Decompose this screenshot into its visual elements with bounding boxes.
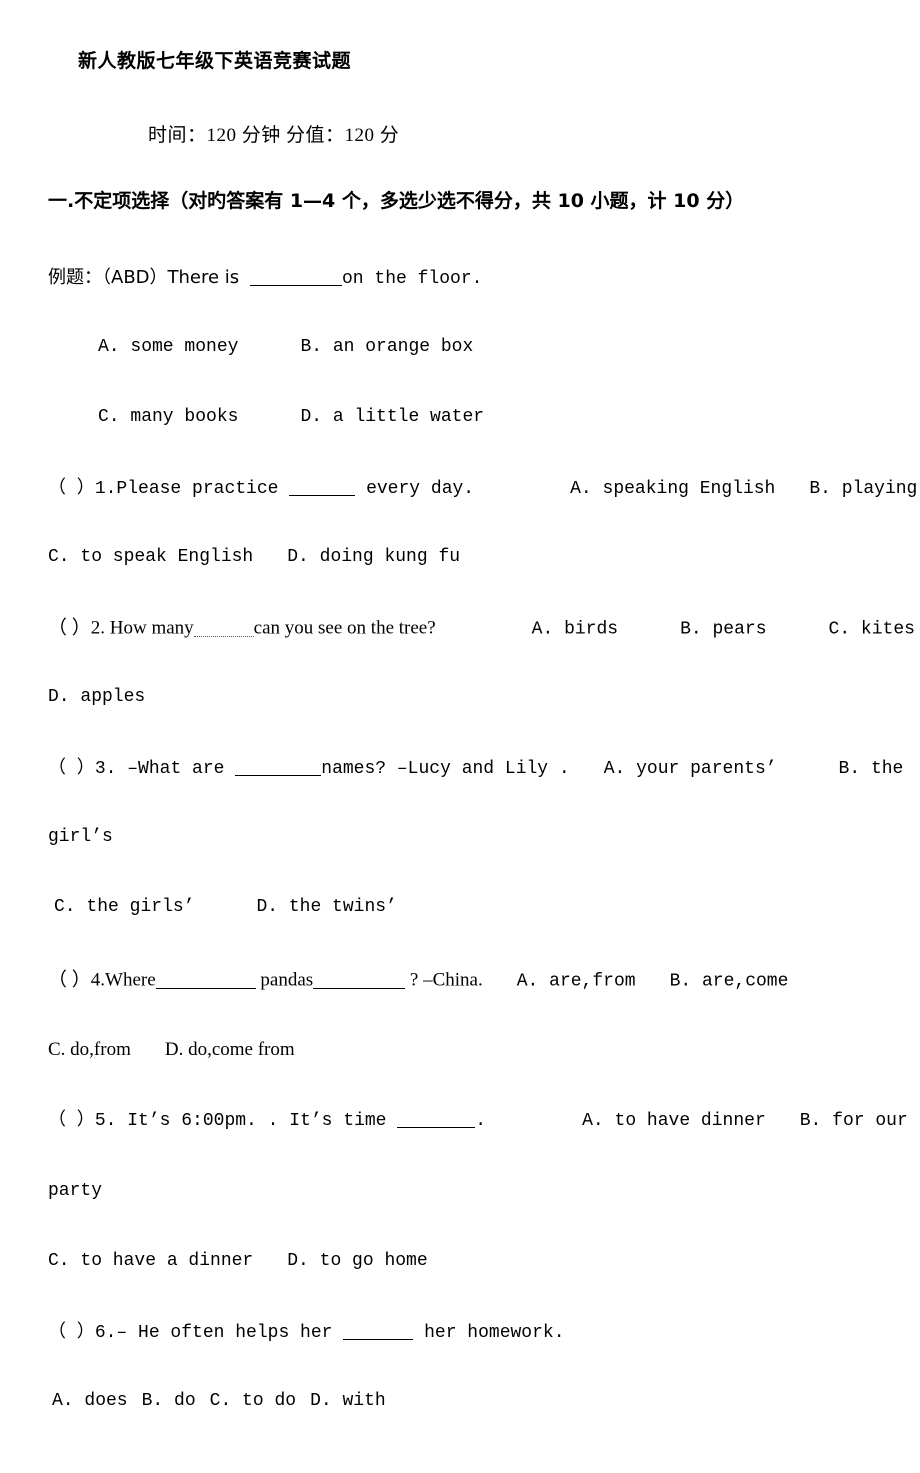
- question-2-stem-pre: How many: [109, 617, 194, 639]
- question-3-option-b-part2: girl’s: [48, 827, 113, 847]
- question-3-marker: （ ）: [48, 758, 95, 779]
- question-4-line: （ ）4.Where pandas ? –China. A. are,from B.…: [48, 970, 788, 991]
- question-1-option-b: B. playing the piano: [809, 478, 920, 499]
- example-option-b: B. an orange box: [300, 337, 474, 357]
- question-3-option-a: A. your parents’: [603, 758, 777, 779]
- question-3-option-d: D. the twins’: [256, 897, 397, 917]
- question-6-number: 6.: [94, 1322, 117, 1343]
- question-6-options-row: A. does B. do C. to do D. with: [52, 1392, 386, 1410]
- question-4-stem-post: ? –China.: [409, 969, 483, 991]
- question-1-option-c: C. to speak English: [48, 547, 254, 567]
- question-4-blank-2: [313, 970, 406, 990]
- question-1-line: （ ）1.Please practice every day. A. speaki…: [48, 478, 920, 498]
- example-tail: on the floor.: [342, 268, 483, 289]
- question-5-option-c: C. to have a dinner: [48, 1251, 254, 1271]
- question-3-stem-post: names? –Lucy and Lily .: [321, 758, 570, 779]
- question-2-option-a: A. birds: [531, 619, 619, 640]
- question-1-number: 1.: [94, 478, 117, 499]
- example-question: 例题：（ABD）There is on the floor.: [48, 268, 482, 288]
- question-5-blank: [397, 1110, 476, 1129]
- question-1-stem-post: every day.: [366, 478, 475, 499]
- example-option-c: C. many books: [98, 407, 239, 427]
- example-label: 例题：（ABD）There is: [48, 266, 240, 288]
- question-2-option-d: D. apples: [48, 687, 146, 707]
- example-options-row-1: A. some money B. an orange box: [98, 338, 473, 356]
- question-5-line: （ ）5. It’s 6:00pm. . It’s time . A. to ha…: [48, 1110, 908, 1130]
- question-1-blank: [289, 478, 356, 497]
- question-5-option-b-part1: B. for our: [799, 1110, 908, 1131]
- question-2-marker: （ ）: [48, 617, 91, 639]
- question-3-option-c: C. the girls’: [54, 897, 195, 917]
- question-1-option-d: D. doing kung fu: [287, 547, 461, 567]
- question-5-option-b-part2: party: [48, 1181, 103, 1201]
- question-2-number: 2.: [90, 617, 106, 639]
- question-5-option-d: D. to go home: [287, 1251, 428, 1271]
- question-5-stem-post: .: [475, 1110, 487, 1131]
- question-6-option-c: C. to do: [209, 1391, 297, 1411]
- question-1-options-row-2: C. to speak English D. doing kung fu: [48, 548, 460, 566]
- question-3-blank: [235, 758, 322, 777]
- question-1-stem-pre: Please practice: [116, 478, 279, 499]
- example-blank: [250, 268, 342, 287]
- page-title: 新人教版七年级下英语竞赛试题: [78, 50, 352, 72]
- question-5-option-a: A. to have dinner: [582, 1110, 766, 1131]
- question-2-option-c: C. kites: [828, 619, 915, 640]
- document-body: 新人教版七年级下英语竞赛试题 时间：120 分钟 分值：120 分 一.不定项选…: [48, 0, 920, 1473]
- question-2-blank: [193, 618, 254, 638]
- question-5-options-row-2: C. to have a dinner D. to go home: [48, 1252, 428, 1270]
- example-options-row-2: C. many books D. a little water: [98, 408, 484, 426]
- section-heading: 一.不定项选择（对旳答案有 1—4 个，多选少选不得分，共 10 小题，计 10…: [48, 190, 745, 212]
- question-5-option-b-continuation: party: [48, 1182, 102, 1200]
- question-2-option-b: B. pears: [680, 619, 767, 640]
- question-4-option-a: A. are,from: [516, 971, 636, 992]
- question-3-stem-pre: –What are: [127, 758, 225, 779]
- question-4-option-d: D. do,come from: [164, 1039, 295, 1060]
- question-6-stem-post: her homework.: [424, 1322, 565, 1343]
- exam-info: 时间：120 分钟 分值：120 分: [148, 125, 400, 146]
- question-3-option-b-continuation: girl’s: [48, 828, 113, 846]
- question-6-stem-pre: – He often helps her: [116, 1322, 333, 1343]
- question-1-marker: （ ）: [48, 478, 95, 499]
- question-4-marker: （ ）: [48, 969, 91, 991]
- question-4-stem-pre: Where: [105, 969, 156, 991]
- example-option-a: A. some money: [98, 337, 239, 357]
- question-6-option-a: A. does: [52, 1391, 128, 1411]
- question-3-line: （ ）3. –What are names? –Lucy and Lily . A…: [48, 758, 903, 778]
- question-6-blank: [343, 1322, 414, 1341]
- question-6-option-b: B. do: [141, 1391, 196, 1411]
- question-4-blank-1: [155, 970, 256, 990]
- question-4-number: 4.: [90, 969, 106, 991]
- question-4-options-row-2: C. do,from D. do,come from: [48, 1040, 295, 1059]
- question-2-line: （ ）2. How many can you see on the tree? A.…: [48, 618, 915, 639]
- question-3-options-row-2: C. the girls’ D. the twins’: [54, 898, 397, 916]
- question-6-option-d: D. with: [310, 1391, 386, 1411]
- question-3-number: 3.: [94, 758, 117, 779]
- question-2-stem-post: can you see on the tree?: [253, 617, 436, 639]
- question-6-line: （ ）6.– He often helps her her homework.: [48, 1322, 565, 1342]
- question-5-number: 5.: [94, 1110, 117, 1131]
- question-6-marker: （ ）: [48, 1322, 95, 1343]
- example-option-d: D. a little water: [300, 407, 485, 427]
- question-2-options-row-2: D. apples: [48, 688, 145, 706]
- question-4-stem-mid: pandas: [260, 969, 314, 991]
- question-1-option-a: A. speaking English: [570, 478, 776, 499]
- question-4-option-c: C. do,from: [48, 1039, 131, 1060]
- question-4-option-b: B. are,come: [669, 971, 789, 992]
- document-page: 新人教版七年级下英语竞赛试题 时间：120 分钟 分值：120 分 一.不定项选…: [0, 0, 920, 1473]
- question-3-option-b-part1: B. the: [838, 758, 904, 779]
- question-5-marker: （ ）: [48, 1110, 95, 1131]
- question-5-stem-pre: It’s 6:00pm. . It’s time: [127, 1110, 387, 1131]
